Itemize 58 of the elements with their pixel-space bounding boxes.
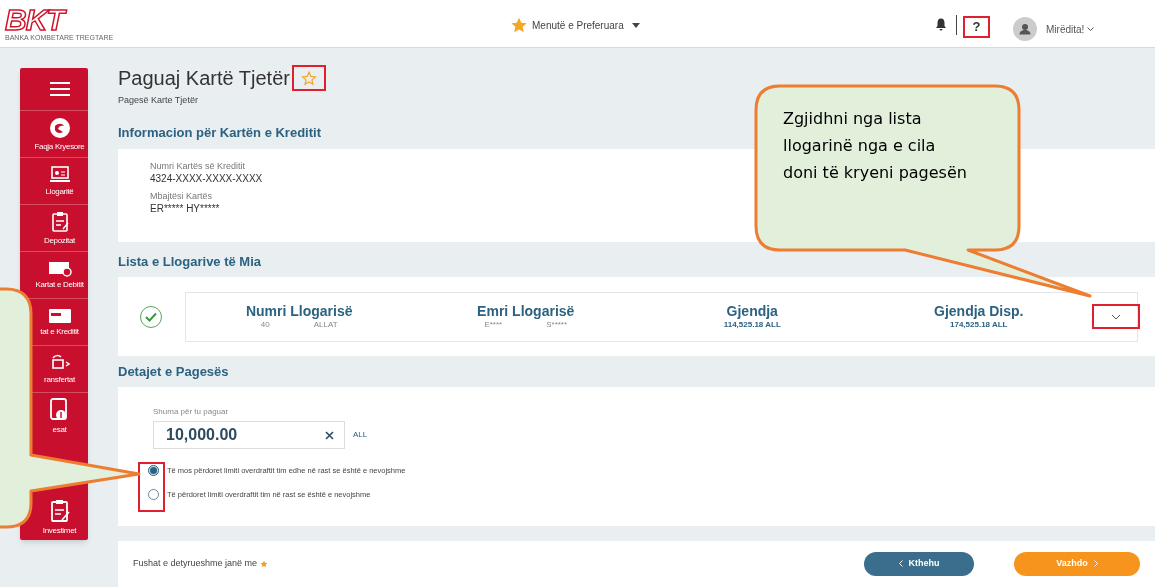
column-header: Gjendja Disp. (934, 303, 1024, 321)
sidebar-item[interactable]: ransfertat (44, 375, 75, 384)
expand-button[interactable] (1092, 304, 1140, 330)
sidebar-item[interactable]: esat (52, 425, 67, 434)
column-header: Emri Llogarisë (477, 303, 575, 321)
account-value: 114,525.18 ALL (723, 320, 781, 331)
account-value: E**** (484, 320, 503, 331)
field-label: Shuma për tu paguar (153, 407, 230, 418)
sidebar-item[interactable]: Faqja Kryesore (34, 142, 85, 151)
user-menu[interactable]: Mirëdita! (1046, 22, 1095, 37)
account-value: ALLAT (313, 320, 338, 331)
laptop-icon (48, 166, 71, 184)
account-value: S***** (546, 320, 568, 331)
favorites-menu[interactable]: Menutë e Preferuara (510, 17, 640, 34)
radio-button[interactable] (148, 465, 159, 477)
account-value: 174,525.18 ALL (950, 320, 1008, 331)
field-value: 4324-XXXX-XXXX-XXXX (150, 171, 263, 185)
sidebar-item[interactable]: tat e Kreditit (40, 327, 79, 336)
star-icon (260, 559, 269, 568)
back-button[interactable]: Kthehu (864, 551, 974, 576)
card-icon (47, 308, 72, 324)
account-value: 40 (260, 320, 270, 331)
sidebar-item[interactable]: Llogaritë (45, 187, 74, 196)
chevron-down-icon (1087, 27, 1095, 32)
callout-text: Zgjidhni nga lista llogarinë nga e cila doni të kryeni pagesën (783, 108, 968, 184)
star-icon (300, 70, 317, 86)
sidebar-item[interactable]: Depozitat (43, 236, 76, 245)
sidebar-item[interactable]: Kartat e Debitit (35, 280, 84, 289)
chevron-right-icon (1093, 560, 1098, 568)
checkmark-icon (145, 311, 157, 322)
avatar-icon (1013, 17, 1037, 41)
menu-icon[interactable] (49, 82, 70, 96)
card-icon (47, 261, 72, 277)
column-header: Gjendja (726, 303, 778, 321)
page-title: Paguaj Kartë Tjetër (118, 66, 290, 90)
clear-icon (325, 430, 334, 440)
field-value: ER***** HY***** (150, 201, 220, 215)
section-heading: Detajet e Pagesës (118, 364, 230, 381)
logo-swirl-icon (48, 117, 71, 139)
field-label: Mbajtësi Kartës (150, 190, 213, 202)
radio-button[interactable] (148, 488, 159, 500)
chevron-down-icon (1111, 313, 1121, 320)
column-header: Numri Llogarisë (245, 303, 353, 321)
star-icon (510, 17, 528, 34)
bell-icon[interactable] (935, 18, 947, 31)
caret-icon (631, 23, 640, 28)
account-row[interactable]: Numri Llogarisë 40 ALLAT Emri Llogarisë E**** S***** Gjendja 114,525.18 ALL Gjendja Disp. 174,525.18 ALL (185, 291, 1138, 342)
amount-field[interactable]: 10,000.00 (153, 421, 345, 450)
page-subtitle: Pagesë Karte Tjetër (118, 94, 199, 107)
favorite-button[interactable] (291, 65, 326, 91)
help-button[interactable]: ? (963, 16, 990, 38)
sidebar-item[interactable]: Investimet (42, 525, 77, 535)
required-note: Fushat e detyrueshme janë me (133, 557, 258, 571)
field-label: Numri Kartës së Kreditit (150, 160, 246, 172)
section-heading: Lista e Llogarive të Mia (118, 254, 263, 271)
chevron-left-icon (898, 560, 903, 568)
section-heading: Informacion për Kartën e Kreditit (118, 124, 322, 141)
currency-label: ALL (353, 429, 368, 442)
